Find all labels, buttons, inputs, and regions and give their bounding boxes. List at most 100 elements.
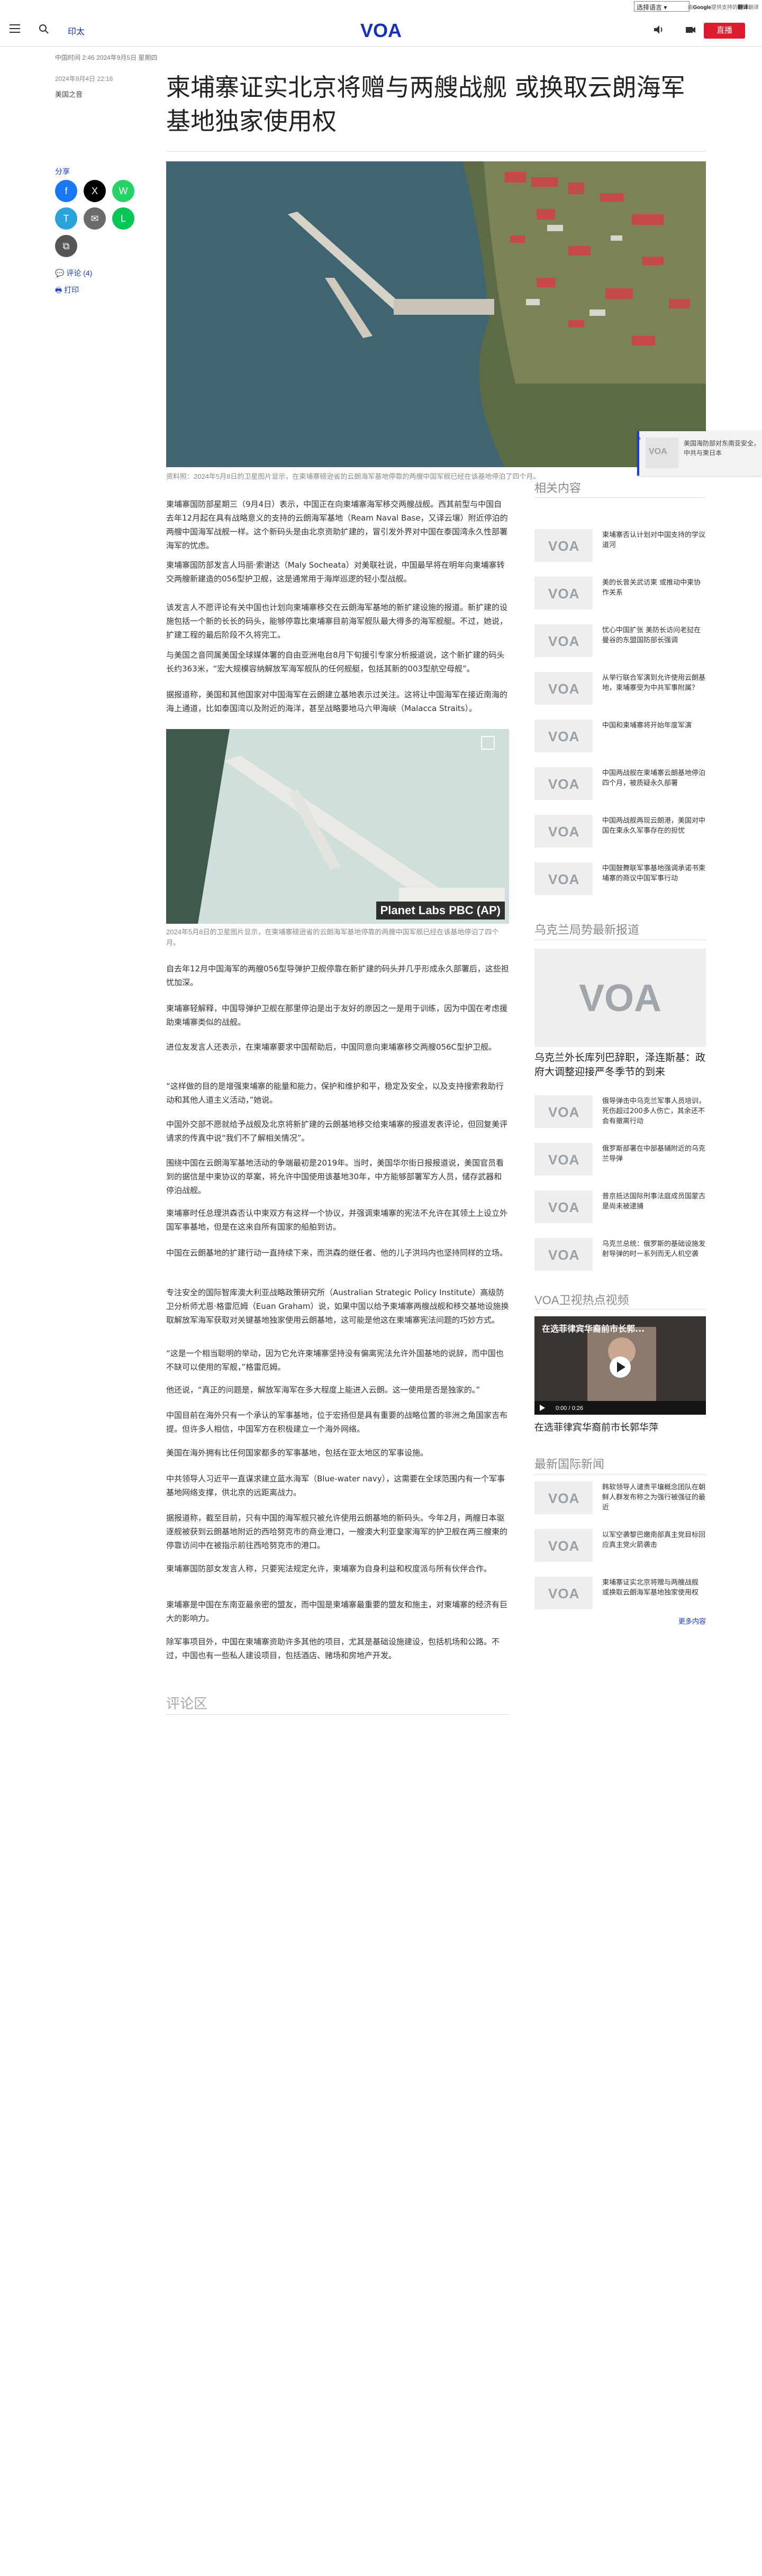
world-item[interactable]: VOA 韩软领导人谴责平壤概念团队在朝鲜人群发布称之为强行被强征的最近 (534, 1481, 706, 1519)
ukraine-thumbnail: VOA (534, 1143, 593, 1176)
video-caption[interactable]: 在选菲律宾华裔前市长郭华萍 (534, 1420, 706, 1434)
related-item[interactable]: VOA 从举行联合军演到允许使用云朗基地，柬埔寨受为中共军事附属？ (534, 672, 706, 710)
live-button[interactable]: 直播 (704, 23, 745, 39)
site-header: 印太 VOA 直播 (0, 14, 762, 47)
related-thumbnail: VOA (534, 720, 593, 752)
body-paragraph: 与美国之音同属美国全球媒体署的自由亚洲电台8月下旬援引专家分析报道说，这个新扩建… (166, 650, 505, 673)
facebook-icon[interactable]: f (55, 180, 77, 202)
copy-link-icon[interactable]: ⧉ (55, 235, 77, 257)
related-title: 中国和柬埔寨将开始年度军演 (602, 722, 692, 730)
arrow-icon: › (638, 434, 641, 443)
audio-icon[interactable] (652, 24, 664, 35)
hero-caption: 资料照：2024年5月8日的卫星图片显示，在柬埔寨磅逊省的云朗海军基地停靠的两艘… (166, 472, 540, 480)
body-paragraph: 柬埔寨时任总理洪森否认中柬双方有这样一个协议，并强调柬埔寨的宪法不允许在其领土上… (166, 1208, 508, 1232)
body-paragraph: 中共领导人习近平一直谋求建立蓝水海军（Blue-water navy），这需要在… (166, 1474, 505, 1497)
related-item[interactable]: VOA 柬埔寨否认计划对中国支持的学议道河 (534, 529, 706, 567)
body-paragraph: “这样做的目的是增强柬埔寨的能量和能力，保护和维护和平，稳定及安全，以及支持搜索… (166, 1081, 504, 1105)
body-paragraph: 柬埔寨是中国在东南亚最亲密的盟友，而中国是柬埔寨最重要的盟友和施主，对柬埔寨的经… (166, 1600, 508, 1623)
voa-logo[interactable]: VOA (355, 19, 407, 41)
related-item[interactable]: VOA 忧心中国扩张 美防长访问老挝在曼谷的东盟国防部长强调 (534, 624, 706, 662)
floating-related-card[interactable]: › VOA 美国海防部对东南亚安全，中共与柬日本 (637, 431, 762, 476)
related-title: 美的长曾关武访柬 或推动中柬协作关系 (602, 579, 701, 597)
related-title: 忧心中国扩张 美防长访问老挝在曼谷的东盟国防部长强调 (602, 626, 701, 644)
whatsapp-icon[interactable]: W (112, 180, 134, 202)
more-link[interactable]: 更多内容 (678, 1616, 706, 1626)
edition-link[interactable]: 印太 (68, 24, 85, 37)
update-timestamp: 中国时间 2:46 2024年9月5日 星期四 (55, 54, 158, 61)
body-paragraph: 柬埔寨国防部女发言人称，只要宪法规定允许，柬埔寨为自身利益和权度派与所有伙伴合作… (166, 1564, 492, 1573)
x-twitter-icon[interactable]: X (84, 180, 106, 202)
video-heading[interactable]: VOA卫视热点视频 (534, 1291, 629, 1308)
float-card-text: 美国海防部对东南亚安全，中共与柬日本 (684, 440, 760, 457)
ukraine-item[interactable]: VOA 乌克兰总统：俄罗斯的基础设施发射导弹的时一系列而无人机空袭 (534, 1238, 706, 1276)
article-author[interactable]: 美国之音 (55, 89, 83, 99)
world-heading[interactable]: 最新国际新闻 (534, 1455, 604, 1472)
inline-satellite-image[interactable]: Planet Labs PBC (AP) (166, 729, 509, 924)
related-title: 中国两战舰再现云朗港，美国对中国在柬永久军事存在的担忧 (602, 817, 706, 835)
body-paragraph: 中国目前在海外只有一个承认的军事基地，位于宏扬但是具有重要的战略位置的非洲之角国… (166, 1410, 508, 1434)
ukraine-heading[interactable]: 乌克兰局势最新报道 (534, 921, 639, 937)
related-title: 从举行联合军演到允许使用云朗基地，柬埔寨受为中共军事附属？ (602, 674, 706, 692)
share-label: 分享 (55, 167, 70, 176)
ukraine-item[interactable]: VOA 俄罗斯部署在中部基辅附近的乌克兰导弹 (534, 1143, 706, 1181)
body-paragraph: 柬埔寨国防部发言人玛丽·索谢达（Maly Socheata）对美联社说，中国最早… (166, 560, 505, 584)
related-item[interactable]: VOA 中国两战舰再现云朗港，美国对中国在柬永久军事存在的担忧 (534, 815, 706, 853)
world-title: 柬埔寨证实北京将赠与两艘战舰 或换取云朗海军基地独家使用权 (602, 1579, 699, 1597)
body-paragraph: 该发言人不愿评论有关中国也计划向柬埔寨移交在云朗海军基地的新扩建设施的报道。新扩… (166, 603, 508, 640)
body-paragraph: “这是一个相当聪明的举动，因为它允许柬埔寨坚持没有偏离宪法允许外国基地的说辞，而… (166, 1349, 504, 1372)
body-paragraph: 进位友发言人还表示，在柬埔寨要求中国帮助后，中国同意向柬埔寨移交两艘056C型护… (166, 1042, 497, 1052)
related-thumbnail: VOA (534, 577, 593, 609)
ukraine-title: 乌克兰总统：俄罗斯的基础设施发射导弹的时一系列而无人机空袭 (602, 1240, 706, 1258)
world-item[interactable]: VOA 以军空袭黎巴嫩南部真主党目标回应真主党火箭袭击 (534, 1529, 706, 1567)
comments-divider (166, 1714, 509, 1715)
inline-caption: 2024年5月8日的卫星图片显示，在柬埔寨磅逊省的云朗海军基地停靠的两艘中国军舰… (166, 928, 499, 946)
body-paragraph: 柬埔寨国防部星期三（9月4日）表示，中国正在向柬埔寨海军移交两艘战舰。西其前型与… (166, 499, 508, 550)
hamburger-icon[interactable] (10, 24, 20, 33)
related-item[interactable]: VOA 中国两战舰在柬埔寨云朗基地停泊四个月，被质疑永久部署 (534, 767, 706, 805)
world-item[interactable]: VOA 柬埔寨证实北京将赠与两艘战舰 或换取云朗海军基地独家使用权 (534, 1577, 706, 1615)
video-time: 0:00 / 0:26 (556, 1405, 583, 1412)
body-paragraph: 除军事项目外，中国在柬埔寨资助许多其他的项目，尤其是基础设施建设，包括机场和公路… (166, 1637, 500, 1660)
ukraine-thumbnail: VOA (534, 1238, 593, 1271)
float-thumbnail: VOA (646, 438, 678, 468)
related-thumbnail: VOA (534, 672, 593, 705)
related-title: 中国鼓舞联军事基地强调承诺书柬埔寨的商议中国军事行动 (602, 864, 706, 882)
body-paragraph: 自去年12月中国海军的两艘056型导弹护卫舰停靠在新扩建的码头并几乎形成永久部署… (166, 964, 509, 987)
ukraine-title: 俄导弹击中乌克兰军事人员培训，死伤超过200多人伤亡，其余还不会有撤离行动 (602, 1097, 706, 1125)
comment-link[interactable]: 💬 评论 (4) (55, 268, 92, 278)
language-select[interactable]: 选择语言 ▾ (634, 1, 690, 12)
line-icon[interactable]: L (112, 207, 134, 230)
world-title: 以军空袭黎巴嫩南部真主党目标回应真主党火箭袭击 (602, 1531, 706, 1549)
related-heading: 相关内容 (534, 481, 582, 495)
related-item[interactable]: VOA 中国和柬埔寨将开始年度军演 (534, 720, 706, 758)
related-item[interactable]: VOA 美的长曾关武访柬 或推动中柬协作关系 (534, 577, 706, 615)
email-icon[interactable]: ✉ (84, 207, 106, 230)
related-thumbnail: VOA (534, 529, 593, 562)
world-thumbnail: VOA (534, 1529, 593, 1562)
related-title: 中国两战舰在柬埔寨云朗基地停泊四个月，被质疑永久部署 (602, 769, 706, 787)
telegram-icon[interactable]: T (55, 207, 77, 230)
body-paragraph: 中国在云朗基地的扩建行动一直持续下来，而洪森的继任者、他的儿子洪玛内也坚持同样的… (166, 1248, 508, 1258)
body-paragraph: 美国在海外拥有比任何国家都多的军事基地，包括在亚太地区的军事设施。 (166, 1448, 429, 1458)
video-icon[interactable] (685, 24, 696, 35)
search-icon[interactable] (38, 23, 50, 35)
ukraine-feature-thumbnail[interactable]: VOA (534, 949, 706, 1047)
ukraine-item[interactable]: VOA 俄导弹击中乌克兰军事人员培训，死伤超过200多人伤亡，其余还不会有撤离行动 (534, 1095, 706, 1133)
video-player[interactable]: 在选菲律宾华裔前市长郭... 0:00 / 0:26 (534, 1316, 706, 1415)
ukraine-title: 俄罗斯部署在中部基辅附近的乌克兰导弹 (602, 1145, 706, 1163)
related-divider (534, 497, 706, 498)
body-paragraph: 中国外交部不愿就给予战舰及北京将新扩建的云朗基地移交给柬埔寨的报道发表评论，但回… (166, 1119, 508, 1143)
ukraine-feature-title[interactable]: 乌克兰外长库列巴辞职，泽连斯基：政府大调整迎接严冬季节的到来 (534, 1051, 706, 1079)
ukraine-item[interactable]: VOA 普京抵达国际刑事法庭成员国蒙古是尚未被逮捕 (534, 1190, 706, 1228)
photo-credit: Planet Labs PBC (AP) (376, 902, 505, 920)
ukraine-thumbnail: VOA (534, 1190, 593, 1223)
print-link[interactable]: 🖶 打印 (55, 285, 79, 297)
svg-text:VOA: VOA (579, 977, 661, 1020)
related-thumbnail: VOA (534, 815, 593, 848)
related-item[interactable]: VOA 中国鼓舞联军事基地强调承诺书柬埔寨的商议中国军事行动 (534, 862, 706, 900)
ukraine-title: 普京抵达国际刑事法庭成员国蒙古是尚未被逮捕 (602, 1193, 706, 1210)
video-overlay-title: 在选菲律宾华裔前市长郭... (542, 1324, 645, 1334)
body-paragraph: 据报道称，截至目前，只有中国的海军舰只被允许使用云朗基地的新码头。今年2月，两艘… (166, 1513, 508, 1550)
body-paragraph: 围绕中国在云朗海军基地活动的争端最初是2019年。当时，美国华尔街日报报道说，美… (166, 1158, 504, 1195)
ukraine-thumbnail: VOA (534, 1095, 593, 1128)
